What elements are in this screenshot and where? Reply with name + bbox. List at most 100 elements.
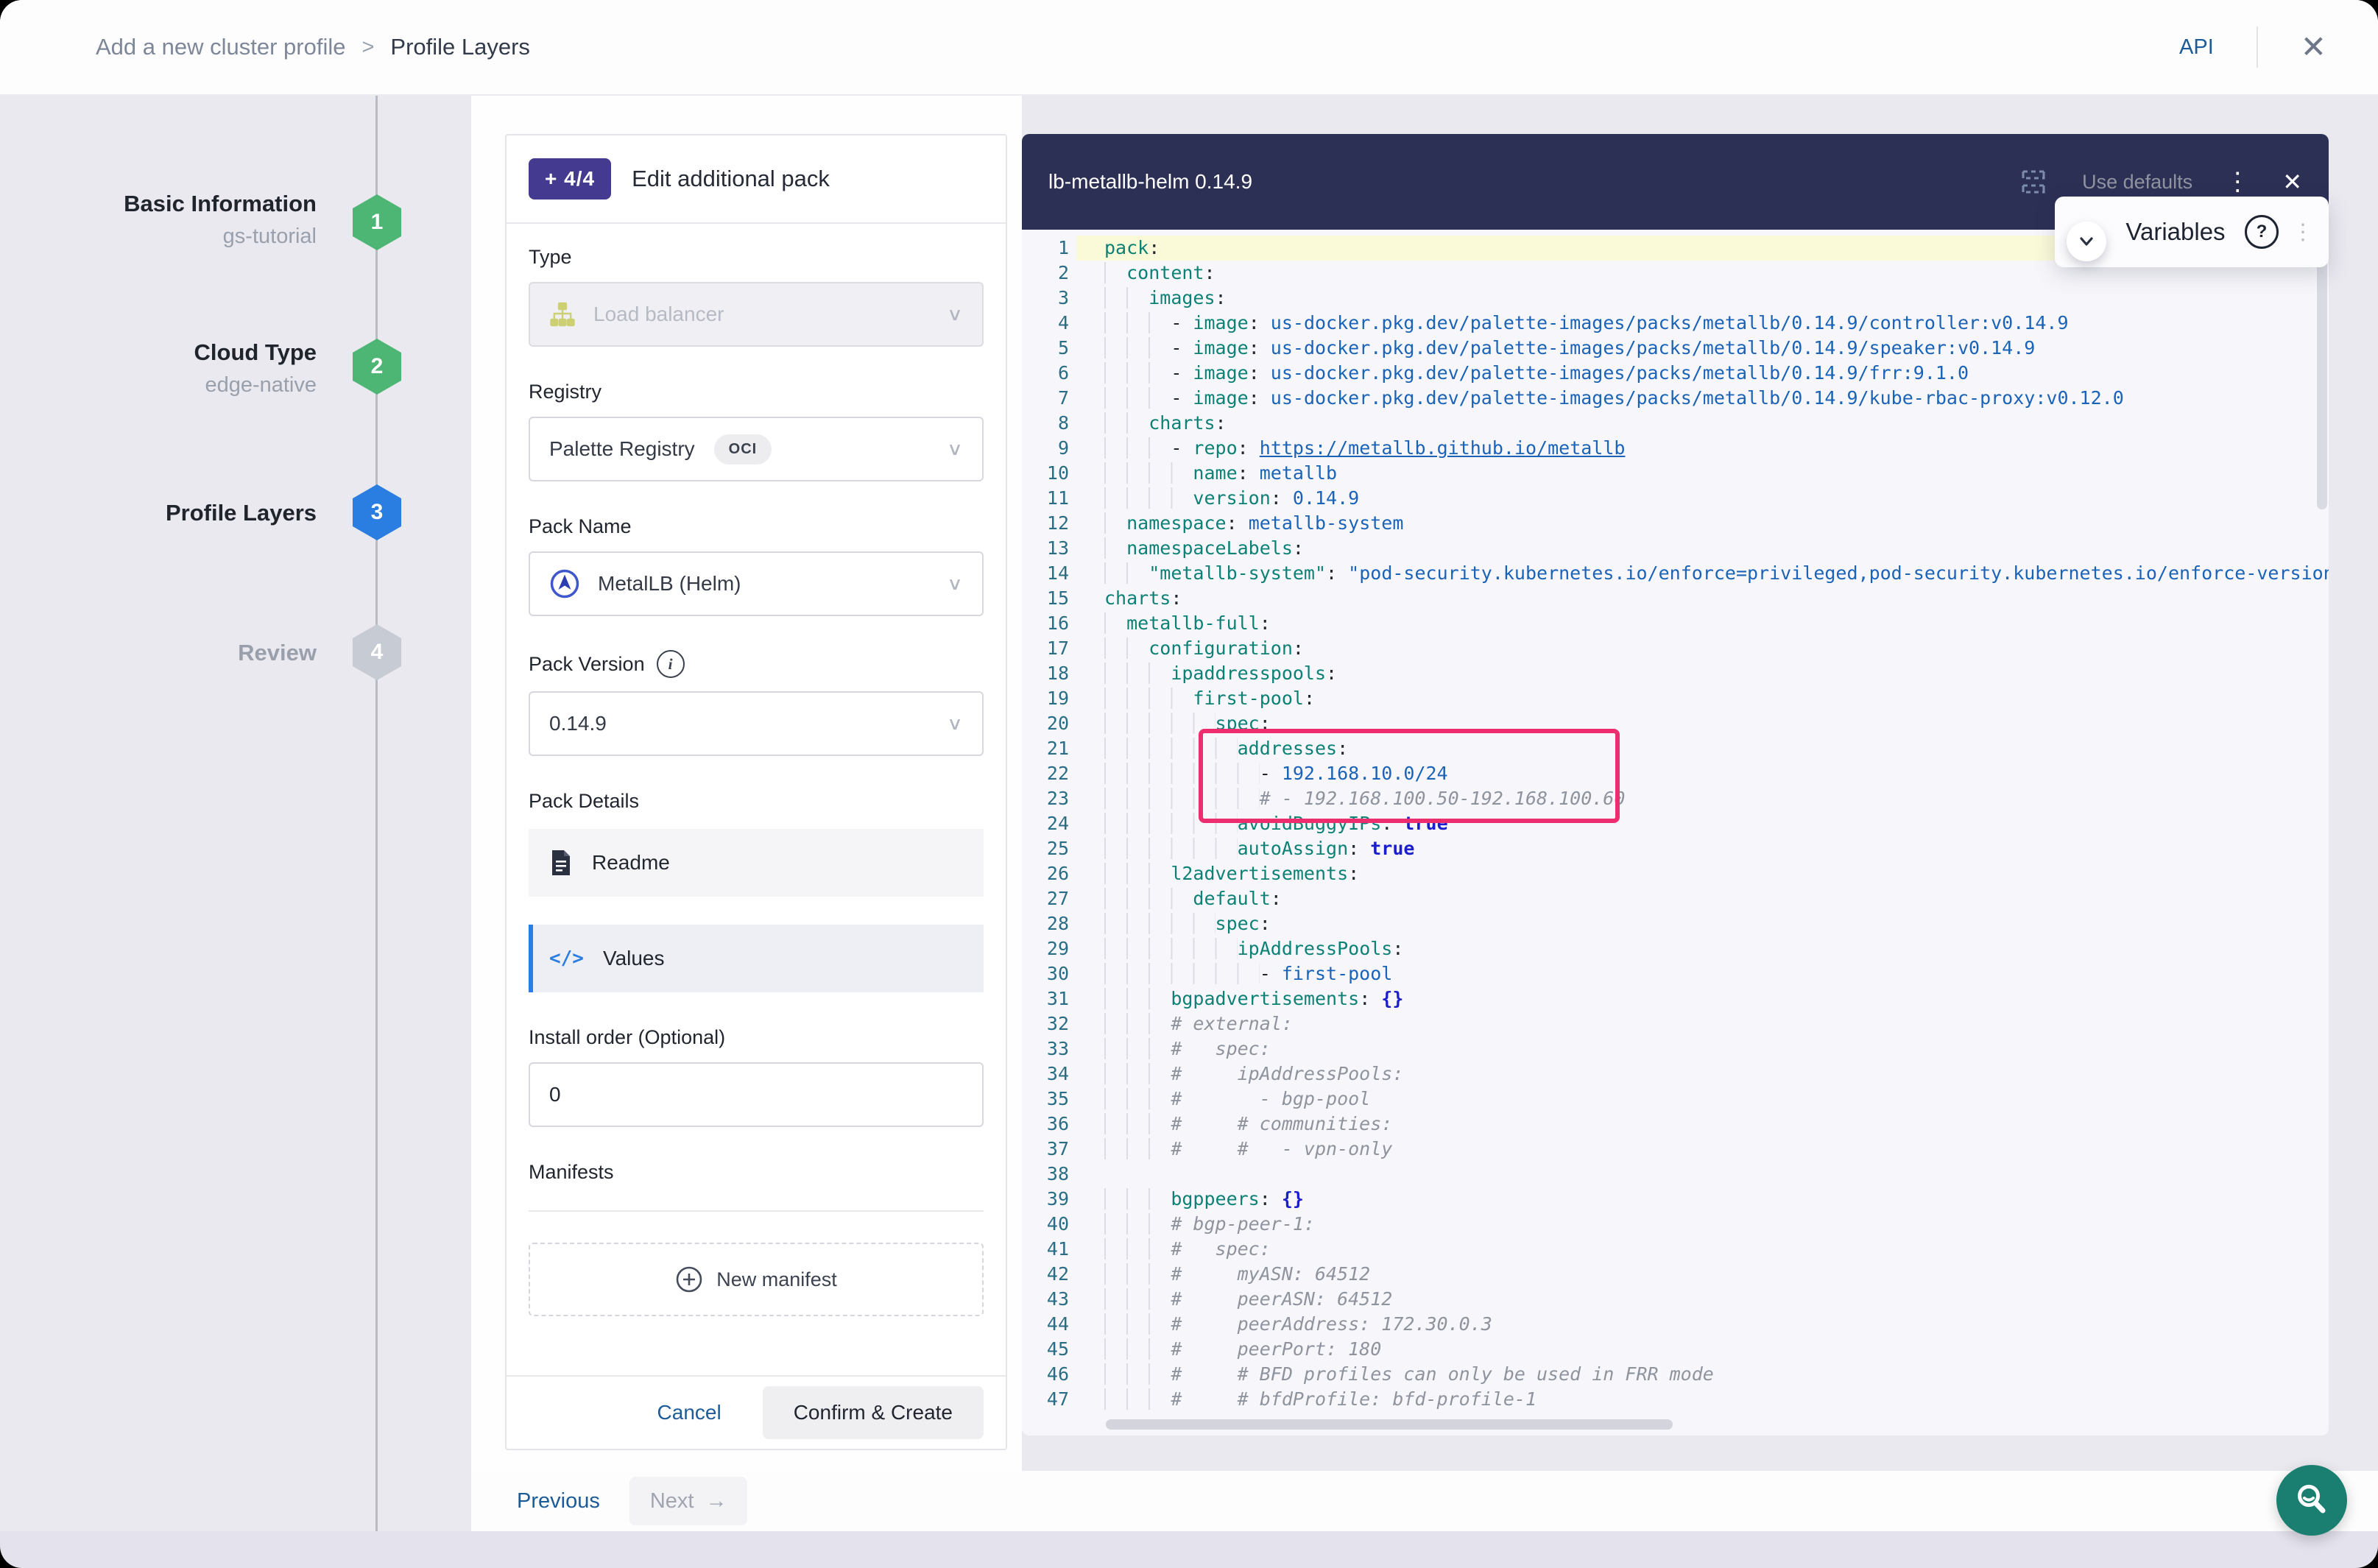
code-line-content: - repo: https://metallb.github.io/metall…	[1076, 436, 1625, 461]
code-line[interactable]: 42 # myASN: 64512	[1022, 1262, 2329, 1287]
info-icon[interactable]: i	[657, 650, 685, 678]
code-line[interactable]: 25 autoAssign: true	[1022, 836, 2329, 861]
line-number: 3	[1022, 286, 1076, 311]
code-line[interactable]: 12 namespace: metallb-system	[1022, 511, 2329, 536]
code-line[interactable]: 22 - 192.168.10.0/24	[1022, 761, 2329, 786]
vertical-scrollbar-thumb[interactable]	[2317, 252, 2327, 509]
readme-tab[interactable]: Readme	[529, 829, 984, 897]
code-line[interactable]: 9 - repo: https://metallb.github.io/meta…	[1022, 436, 2329, 461]
support-search-button[interactable]	[2276, 1465, 2347, 1536]
code-line[interactable]: 36 # # communities:	[1022, 1112, 2329, 1137]
step-1-hexagon[interactable]: 1	[353, 194, 401, 250]
code-line[interactable]: 5 - image: us-docker.pkg.dev/palette-ima…	[1022, 336, 2329, 361]
next-button[interactable]: Next →	[629, 1477, 748, 1525]
yaml-code-area[interactable]: 1pack:2 content:3 images:4 - image: us-d…	[1022, 230, 2329, 1435]
step-3-hexagon[interactable]: 3	[353, 484, 401, 540]
line-number: 15	[1022, 586, 1076, 611]
close-icon[interactable]: ✕	[2301, 32, 2326, 63]
breadcrumb-parent[interactable]: Add a new cluster profile	[96, 34, 345, 60]
code-line[interactable]: 17 configuration:	[1022, 636, 2329, 661]
code-line-content: autoAssign: true	[1076, 836, 1414, 861]
line-number: 36	[1022, 1112, 1076, 1137]
code-line[interactable]: 16 metallb-full:	[1022, 611, 2329, 636]
code-line[interactable]: 20 spec:	[1022, 711, 2329, 736]
code-line[interactable]: 6 - image: us-docker.pkg.dev/palette-ima…	[1022, 361, 2329, 386]
code-line-content: namespace: metallb-system	[1076, 511, 1403, 536]
code-line[interactable]: 10 name: metallb	[1022, 461, 2329, 486]
code-line[interactable]: 8 charts:	[1022, 411, 2329, 436]
code-line-content: - first-pool	[1076, 961, 1392, 986]
pack-version-select[interactable]: 0.14.9 ∨	[529, 691, 984, 756]
code-line[interactable]: 14 "metallb-system": "pod-security.kuber…	[1022, 561, 2329, 586]
code-line[interactable]: 30 - first-pool	[1022, 961, 2329, 986]
variables-kebab-icon[interactable]: ⋮	[2292, 222, 2314, 242]
editor-close-icon[interactable]: ✕	[2282, 170, 2302, 194]
code-line[interactable]: 45 # peerPort: 180	[1022, 1337, 2329, 1362]
vertical-scrollbar[interactable]	[2315, 233, 2327, 1406]
code-line-content: ipAddressPools:	[1076, 936, 1403, 961]
type-select[interactable]: Load balancer ∨	[529, 282, 984, 347]
code-line[interactable]: 19 first-pool:	[1022, 686, 2329, 711]
edit-pack-card-footer: Cancel Confirm & Create	[507, 1375, 1006, 1449]
line-number: 6	[1022, 361, 1076, 386]
code-line[interactable]: 18 ipaddresspools:	[1022, 661, 2329, 686]
code-line[interactable]: 47 # # bfdProfile: bfd-profile-1	[1022, 1387, 2329, 1412]
chevron-down-icon: ∨	[947, 573, 963, 594]
step-2-hexagon[interactable]: 2	[353, 339, 401, 395]
code-line-content: # spec:	[1076, 1237, 1271, 1262]
code-line[interactable]: 35 # - bgp-pool	[1022, 1087, 2329, 1112]
code-line[interactable]: 11 version: 0.14.9	[1022, 486, 2329, 511]
line-number: 7	[1022, 386, 1076, 411]
code-line[interactable]: 31 bgpadvertisements: {}	[1022, 986, 2329, 1011]
code-line[interactable]: 44 # peerAddress: 172.30.0.3	[1022, 1312, 2329, 1337]
code-line[interactable]: 43 # peerASN: 64512	[1022, 1287, 2329, 1312]
code-line[interactable]: 24 avoidBuggyIPs: true	[1022, 811, 2329, 836]
line-number: 24	[1022, 811, 1076, 836]
code-line[interactable]: 4 - image: us-docker.pkg.dev/palette-ima…	[1022, 311, 2329, 336]
stepper-step-basic-information[interactable]: Basic Information gs-tutorial	[124, 190, 317, 249]
code-line[interactable]: 39 bgppeers: {}	[1022, 1187, 2329, 1212]
code-line[interactable]: 26 l2advertisements:	[1022, 861, 2329, 886]
code-line[interactable]: 40 # bgp-peer-1:	[1022, 1212, 2329, 1237]
code-line[interactable]: 7 - image: us-docker.pkg.dev/palette-ima…	[1022, 386, 2329, 411]
confirm-create-button[interactable]: Confirm & Create	[763, 1386, 984, 1439]
stepper-step-cloud-type[interactable]: Cloud Type edge-native	[194, 339, 317, 398]
code-line[interactable]: 29 ipAddressPools:	[1022, 936, 2329, 961]
api-link[interactable]: API	[2179, 35, 2214, 60]
code-line[interactable]: 46 # # BFD profiles can only be used in …	[1022, 1362, 2329, 1387]
variables-collapse-button[interactable]	[2067, 222, 2106, 261]
code-line[interactable]: 27 default:	[1022, 886, 2329, 911]
horizontal-scrollbar-thumb[interactable]	[1106, 1419, 1673, 1430]
new-manifest-button[interactable]: New manifest	[529, 1243, 984, 1316]
diff-compare-icon[interactable]	[2017, 166, 2050, 198]
code-line[interactable]: 23 # - 192.168.100.50-192.168.100.60	[1022, 786, 2329, 811]
values-tab[interactable]: Values	[529, 925, 984, 992]
line-number: 42	[1022, 1262, 1076, 1287]
line-number: 20	[1022, 711, 1076, 736]
code-line[interactable]: 34 # ipAddressPools:	[1022, 1062, 2329, 1087]
help-icon[interactable]: ?	[2245, 215, 2279, 249]
horizontal-scrollbar[interactable]	[1073, 1419, 2310, 1431]
stepper-step-review[interactable]: Review	[238, 639, 317, 668]
chevron-down-icon	[2077, 232, 2096, 251]
code-line[interactable]: 13 namespaceLabels:	[1022, 536, 2329, 561]
cancel-button[interactable]: Cancel	[657, 1401, 721, 1424]
step-4-hexagon[interactable]: 4	[353, 624, 401, 680]
code-line[interactable]: 37 # # - vpn-only	[1022, 1137, 2329, 1162]
use-defaults-button[interactable]: Use defaults	[2082, 171, 2192, 194]
code-line[interactable]: 38	[1022, 1162, 2329, 1187]
pack-name-select[interactable]: MetalLB (Helm) ∨	[529, 551, 984, 616]
registry-value: Palette Registry	[549, 437, 695, 461]
code-line[interactable]: 41 # spec:	[1022, 1237, 2329, 1262]
previous-button[interactable]: Previous	[517, 1489, 600, 1514]
code-line[interactable]: 33 # spec:	[1022, 1036, 2329, 1062]
code-line[interactable]: 21 addresses:	[1022, 736, 2329, 761]
kebab-menu-icon[interactable]: ⋮	[2225, 169, 2250, 194]
code-line[interactable]: 3 images:	[1022, 286, 2329, 311]
install-order-input[interactable]: 0	[529, 1062, 984, 1127]
registry-select[interactable]: Palette Registry OCI ∨	[529, 417, 984, 481]
code-line[interactable]: 32 # external:	[1022, 1011, 2329, 1036]
code-line[interactable]: 28 spec:	[1022, 911, 2329, 936]
stepper-step-profile-layers[interactable]: Profile Layers	[166, 499, 317, 528]
code-line[interactable]: 15charts:	[1022, 586, 2329, 611]
